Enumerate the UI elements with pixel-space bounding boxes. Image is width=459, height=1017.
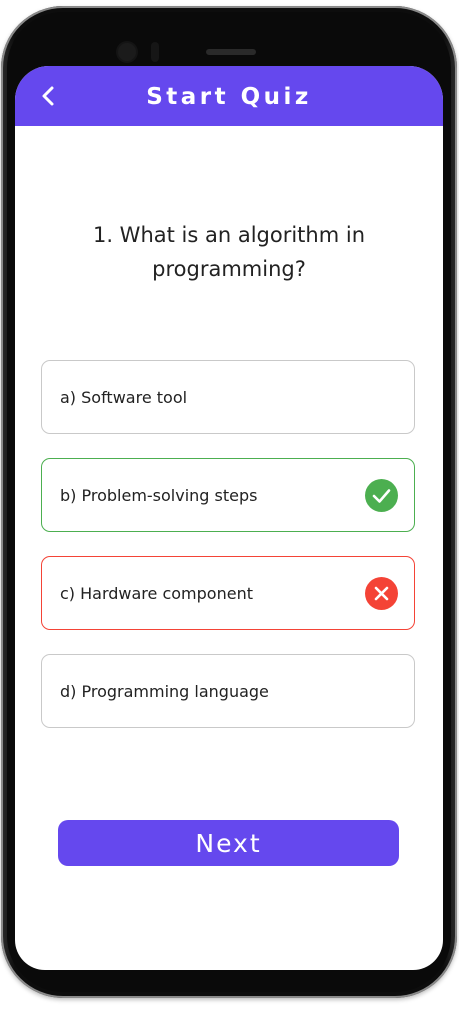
option-label: a) Software tool	[60, 387, 188, 407]
option-label: b) Problem-solving steps	[60, 485, 258, 505]
front-camera	[118, 43, 136, 61]
chevron-left-icon	[42, 86, 54, 106]
option-c[interactable]: c) Hardware component	[41, 556, 415, 630]
earpiece-speaker	[206, 49, 256, 55]
option-b[interactable]: b) Problem-solving steps	[41, 458, 415, 532]
option-d[interactable]: d) Programming language	[41, 654, 415, 728]
back-button[interactable]	[35, 82, 63, 110]
option-label: c) Hardware component	[60, 583, 253, 603]
option-label: d) Programming language	[60, 681, 269, 701]
option-a[interactable]: a) Software tool	[41, 360, 415, 434]
app-screen: Start Quiz 1. What is an algorithm in pr…	[15, 66, 443, 970]
question-text: 1. What is an algorithm in programming?	[92, 223, 366, 281]
check-circle-icon	[365, 479, 398, 512]
app-bar: Start Quiz	[15, 66, 443, 126]
next-button[interactable]: Next	[58, 820, 399, 866]
proximity-sensor	[151, 42, 159, 62]
x-circle-icon	[365, 577, 398, 610]
page-title: Start Quiz	[146, 84, 312, 110]
